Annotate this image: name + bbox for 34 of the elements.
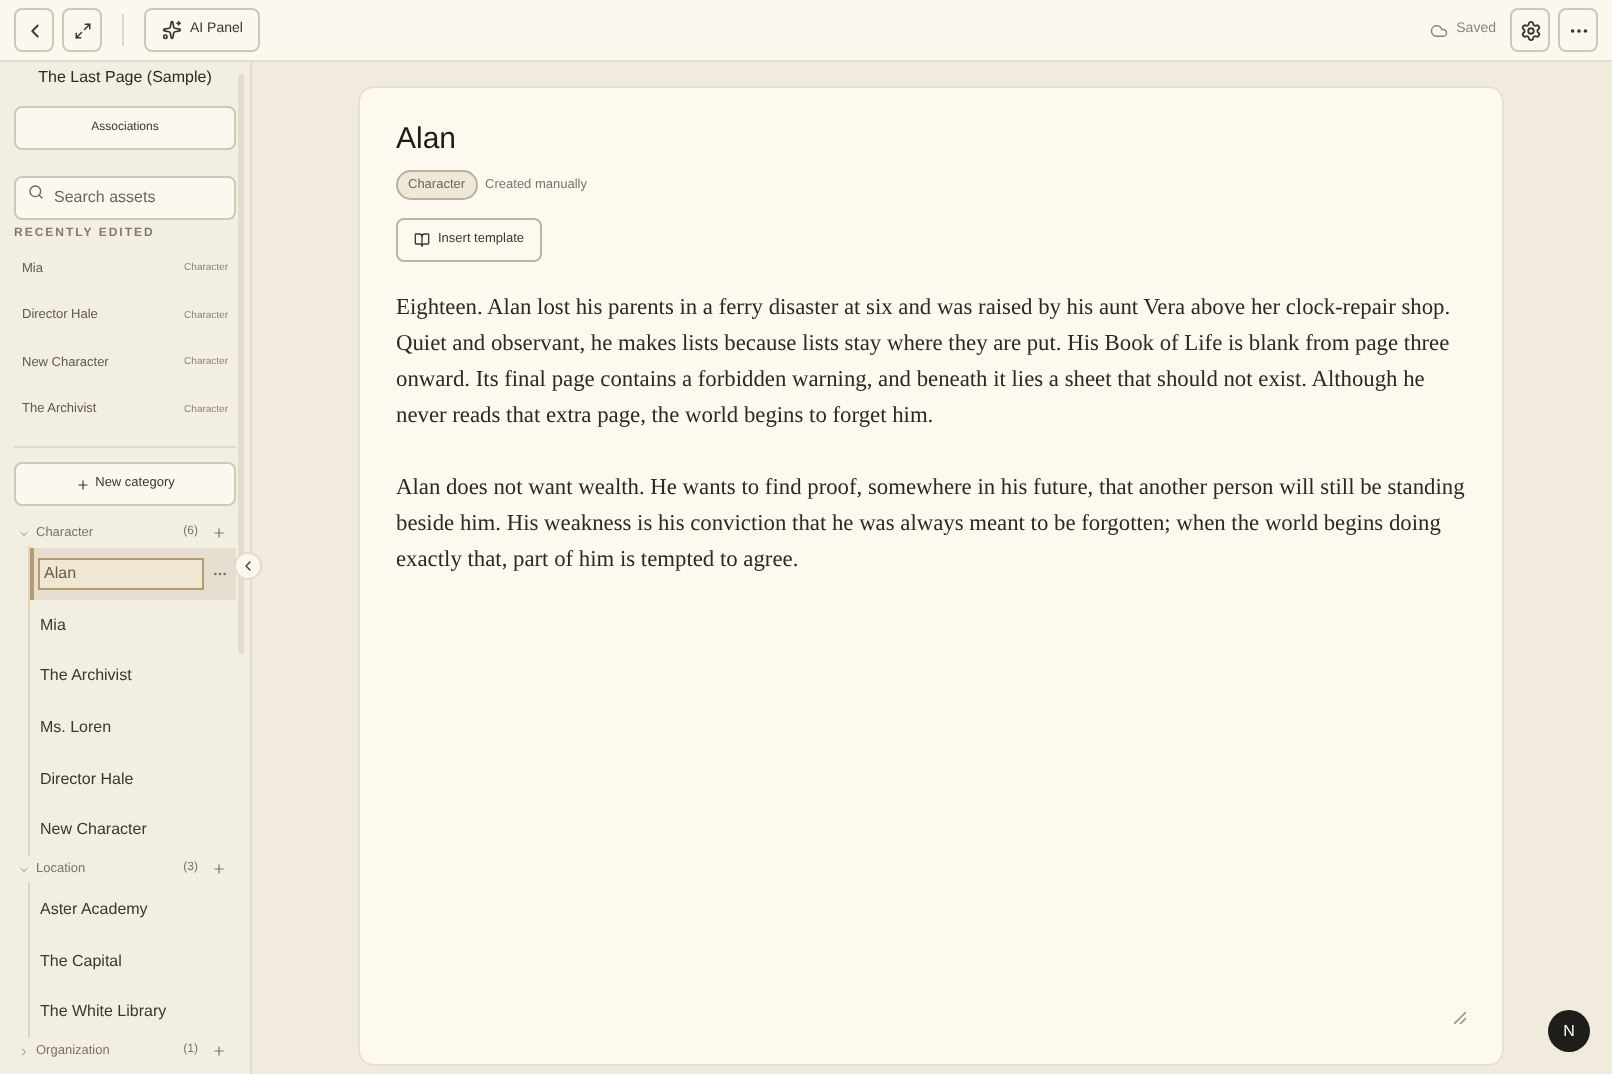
expand-arrows-icon: [73, 21, 91, 39]
add-icon[interactable]: [212, 1044, 226, 1059]
add-icon[interactable]: [212, 526, 226, 540]
tree-item[interactable]: The Archivist: [30, 650, 236, 703]
sparkles-icon: [162, 20, 182, 40]
book-icon: [414, 232, 430, 248]
expand-button[interactable]: [62, 8, 102, 52]
search-field[interactable]: Search assets: [14, 175, 236, 219]
tree-item[interactable]: The Capital: [30, 935, 236, 987]
expand-chevron-icon[interactable]: [18, 863, 30, 876]
expand-chevron-icon[interactable]: [18, 1045, 30, 1058]
tree-item[interactable]: Aster Academy: [30, 884, 236, 936]
plus-icon: [75, 477, 90, 491]
settings-button[interactable]: [1510, 8, 1550, 52]
add-icon[interactable]: [212, 862, 226, 877]
document-title: Alan: [396, 120, 459, 160]
chevron-left-icon: [240, 558, 256, 574]
avatar-button[interactable]: N: [1548, 1010, 1590, 1052]
body-paragraph: Eighteen. Alan lost his parents in a ferry disaster at six and was raised by his aunt Vera above her clock-repair shop. Quiet and observant, he makes lists because lists stay where they are put. His Book of Life is blank from page three onward. Its final page contains a forbidden warning, and beneath it lies a sheet that should not exist. Although he never reads that extra page, the world begins to forget him.: [396, 294, 1453, 432]
collapse-sidebar-button[interactable]: [234, 552, 262, 580]
search-icon: [28, 184, 44, 200]
cloud-icon: [1430, 21, 1449, 39]
tree-item[interactable]: New Character: [30, 804, 236, 857]
settings-icon: [1519, 19, 1541, 41]
resize-handle-icon: [1454, 1012, 1466, 1024]
body-paragraph: Alan does not want wealth. He wants to find proof, somewhere in his future, that another person will still be standing beside him. His weakness is his conviction that he was always meant to be forgotten; when the world begins doing exactly that, part of him is tempted to agree.: [396, 474, 1466, 576]
project-title: The Last Page (Sample): [36, 66, 214, 90]
tree-item[interactable]: Ms. Loren: [30, 702, 236, 754]
expand-chevron-icon[interactable]: [18, 527, 30, 539]
tree-item[interactable]: Director Hale: [30, 753, 236, 805]
tree-item[interactable]: The White Library: [30, 987, 236, 1039]
tree-item[interactable]: Mia: [30, 599, 236, 651]
tree-item[interactable]: Alan: [30, 548, 236, 600]
back-button[interactable]: [14, 8, 54, 52]
